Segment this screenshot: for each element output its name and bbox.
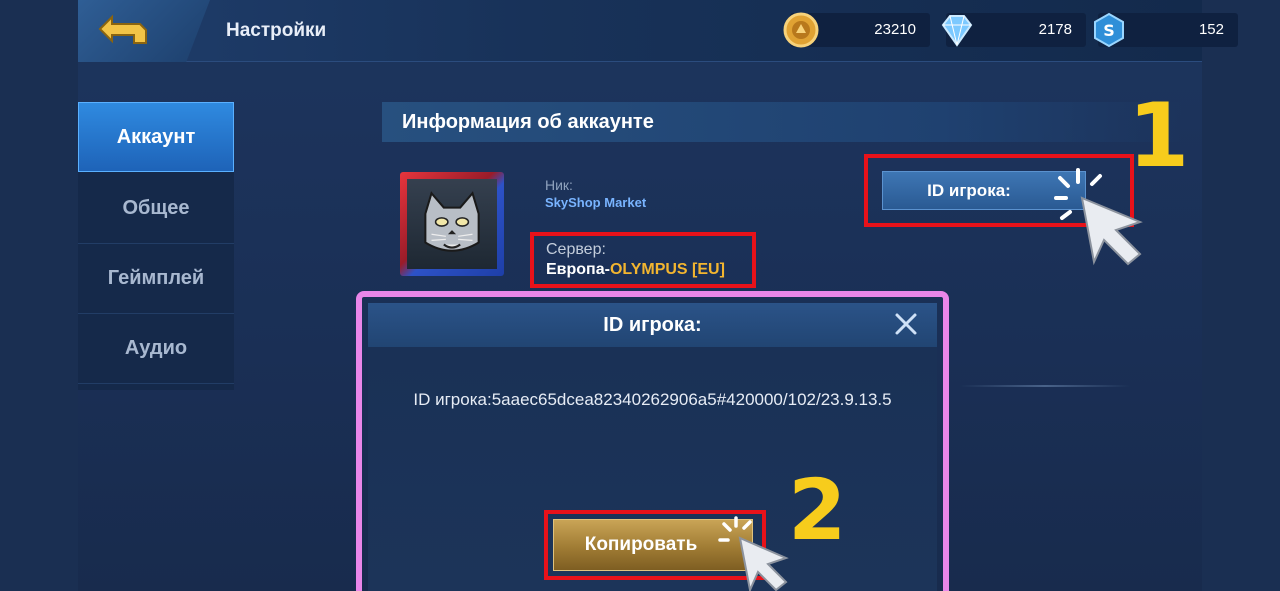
back-arrow-icon xyxy=(98,14,147,44)
nick-label: Ник: xyxy=(545,177,573,193)
avatar[interactable] xyxy=(400,172,504,276)
account-info-header: Информация об аккаунте xyxy=(382,102,1182,142)
gold-value: 23210 xyxy=(874,21,916,38)
server-label: Сервер: xyxy=(546,241,606,258)
ticket-icon: S xyxy=(1094,12,1124,48)
settings-sidebar: Аккаунт Общее Геймплей Аудио xyxy=(78,102,234,390)
sidebar-item-gameplay[interactable]: Геймплей xyxy=(78,244,234,314)
server-name: OLYMPUS [EU] xyxy=(609,261,725,278)
step-2-marker: 2 xyxy=(788,461,847,559)
diamond-icon xyxy=(941,15,973,47)
dialog-header: ID игрока: xyxy=(368,303,937,347)
ticket-value: 152 xyxy=(1198,21,1224,38)
sidebar-item-general[interactable]: Общее xyxy=(78,174,234,244)
cat-avatar-icon xyxy=(424,191,480,252)
nick-value: SkyShop Market xyxy=(545,195,647,210)
server-info-highlight: Сервер: Европа-OLYMPUS [EU] xyxy=(530,232,756,288)
sidebar-item-audio[interactable]: Аудио xyxy=(78,314,234,384)
dialog-title: ID игрока: xyxy=(603,313,702,336)
diamond-counter: 2178 xyxy=(941,13,1086,47)
player-id-text: ID игрока:5aaec65dcea82340262906a5#42000… xyxy=(413,390,892,409)
page-title: Настройки xyxy=(226,20,327,41)
diamond-value: 2178 xyxy=(1038,21,1072,38)
ticket-counter: S 152 xyxy=(1094,12,1238,48)
server-value: Европа-OLYMPUS [EU] xyxy=(546,260,752,280)
pointer-cursor-icon xyxy=(718,516,789,591)
sidebar-item-account[interactable]: Аккаунт xyxy=(78,102,234,172)
pointer-cursor-icon xyxy=(1054,168,1143,266)
divider xyxy=(960,385,1130,387)
close-icon[interactable] xyxy=(891,309,921,339)
gold-counter: 23210 xyxy=(783,12,930,48)
svg-text:S: S xyxy=(1103,21,1115,40)
gold-coin-icon xyxy=(783,12,819,48)
server-region: Европа- xyxy=(546,261,610,278)
